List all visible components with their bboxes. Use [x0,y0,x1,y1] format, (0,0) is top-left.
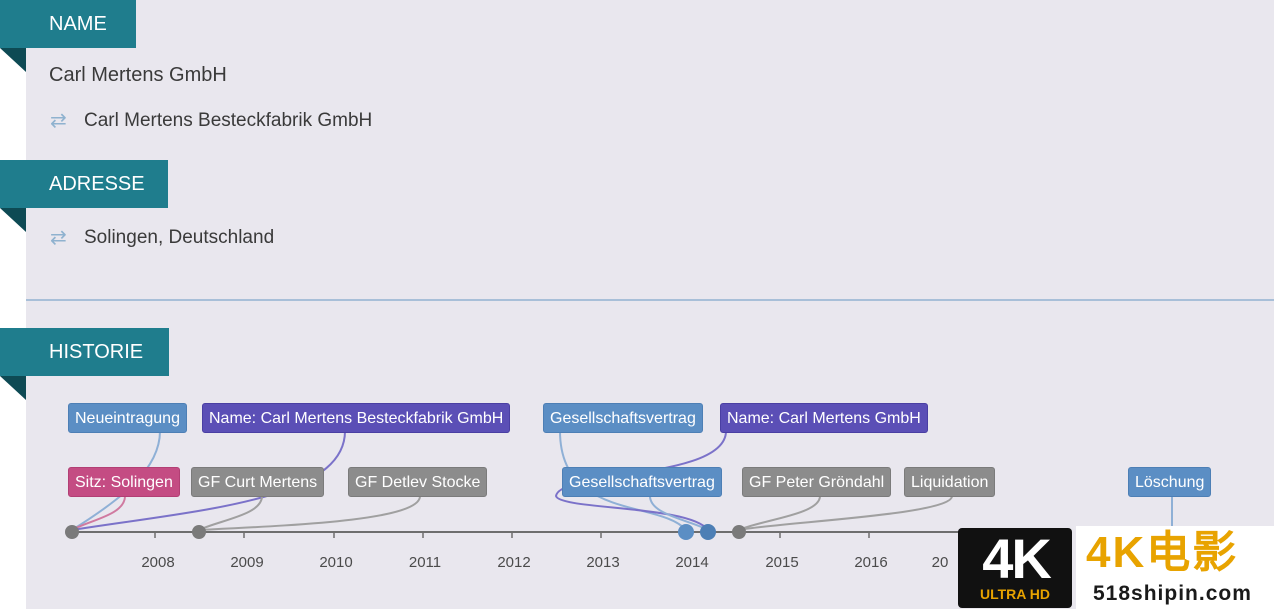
event-tag-gf-detlev-stocke[interactable]: GF Detlev Stocke [348,467,488,497]
event-dot[interactable] [700,524,716,540]
year-label: 2012 [497,554,531,571]
event-tag-gesellschaftsvertrag[interactable]: Gesellschaftsvertrag [543,403,703,433]
event-tag-gf-peter-groendahl[interactable]: GF Peter Gröndahl [742,467,892,497]
event-tag-gesellschaftsvertrag[interactable]: Gesellschaftsvertrag [562,467,722,497]
event-tag-name-change[interactable]: Name: Carl Mertens Besteckfabrik GmbH [202,403,511,433]
connector-gf-detlev [198,495,421,531]
year-label: 2010 [319,554,353,571]
event-dot[interactable] [732,525,746,539]
year-label: 20 [931,554,949,571]
year-label: 2015 [765,554,799,571]
watermark-url: 518shipin.com [1093,582,1252,605]
event-tag-gf-curt-mertens[interactable]: GF Curt Mertens [191,467,325,497]
event-tag-neueintragung[interactable]: Neueintragung [68,403,187,433]
year-label: 2016 [854,554,888,571]
year-label: 2013 [586,554,620,571]
year-label: 2008 [141,554,175,571]
year-label: 2009 [230,554,264,571]
year-label: 2011 [408,554,442,571]
event-tag-name-change[interactable]: Name: Carl Mertens GmbH [720,403,928,433]
event-tag-sitz[interactable]: Sitz: Solingen [68,467,180,497]
event-tag-liquidation[interactable]: Liquidation [904,467,996,497]
connector-gf-curt [198,495,263,531]
event-tag-loeschung[interactable]: Löschung [1128,467,1212,497]
year-label: 2014 [675,554,709,571]
timeline-graph [65,430,1173,540]
connector-liquidation [738,495,953,531]
watermark-brand: 4K电影 [1086,528,1239,577]
event-dot[interactable] [678,524,694,540]
event-dot[interactable] [65,525,79,539]
event-dot[interactable] [192,525,206,539]
watermark-4k-text: 4K [982,527,1052,590]
watermark-ultra-hd-text: ULTRA HD [980,586,1050,602]
